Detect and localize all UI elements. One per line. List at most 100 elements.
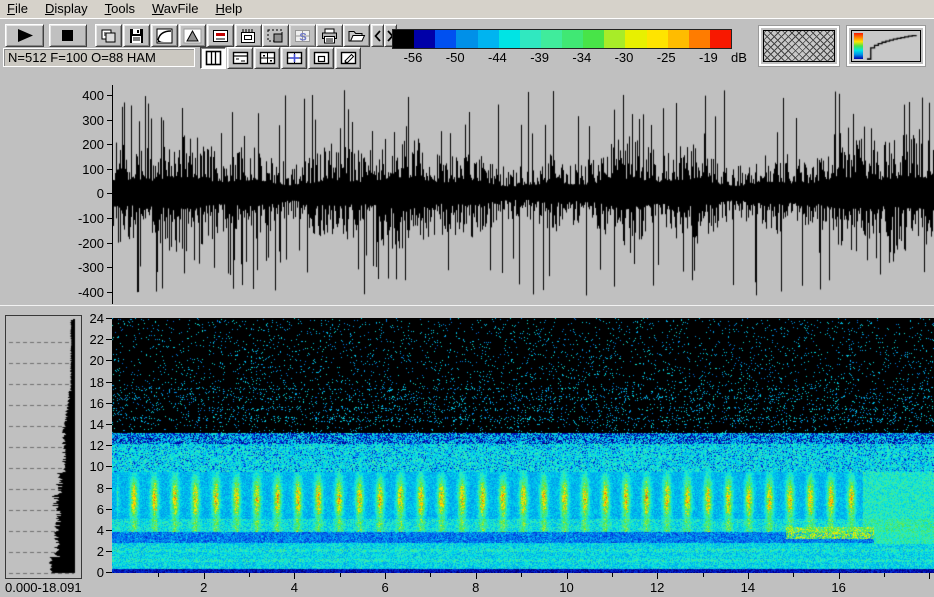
spectrogram-xtick [158, 573, 160, 577]
copy-display-button[interactable] [95, 24, 122, 47]
spectrogram-ytick-label: 22 [89, 332, 104, 348]
waveform-ytick-label: 200 [82, 137, 104, 153]
db-scale-label: -39 [530, 50, 549, 65]
spectrogram-xtick [702, 573, 704, 577]
grid-scale-button[interactable]: S [289, 24, 316, 47]
spectrogram-xtick [249, 573, 251, 577]
color-scale-segment [562, 30, 584, 48]
save-button[interactable] [123, 24, 150, 47]
spectrogram-xtick [339, 573, 341, 577]
spectrogram-xtick-label: 10 [559, 580, 574, 595]
spectrogram-xtick-label: 14 [740, 580, 756, 595]
menu-bar: File Display Tools WavFile Help [0, 0, 934, 19]
view-rows-button[interactable] [227, 47, 253, 69]
spectrogram-ytick-label: 8 [96, 480, 104, 496]
menu-item-tools[interactable]: Tools [98, 0, 145, 17]
db-scale-label: -25 [656, 50, 676, 65]
waveform-plot[interactable] [113, 85, 934, 305]
dashed-selection-icon [266, 28, 285, 44]
spectrogram-xtick [430, 573, 432, 577]
hatch-pattern-box[interactable] [758, 25, 840, 67]
db-unit-label: dB [731, 50, 747, 65]
spectrogram-xtick [294, 573, 296, 579]
db-scale-label: -56 [403, 50, 423, 65]
color-scale-segment [667, 30, 689, 48]
view-quad-icon [258, 50, 277, 66]
spectrogram-window-button[interactable] [207, 24, 234, 47]
spectrogram-ytick-label: 4 [96, 523, 104, 538]
spectrogram-xtick [611, 573, 613, 577]
spectrogram-ytick-label: 6 [96, 501, 104, 517]
view-inner-window-button[interactable] [308, 47, 334, 69]
waveform-ytick-label: 0 [96, 186, 104, 202]
open-folder-icon [347, 28, 366, 44]
spectrogram-xtick [747, 573, 749, 579]
open-file-button[interactable] [343, 24, 370, 47]
palette-curve-box[interactable] [846, 25, 926, 67]
spectrogram-xtick [793, 573, 795, 577]
menu-item-file[interactable]: File [0, 0, 38, 17]
spectrogram-xtick-label: 4 [290, 580, 298, 595]
stop-icon [56, 28, 80, 43]
window-ticks-icon [239, 28, 258, 44]
waveform-ytick-label: 300 [82, 112, 104, 128]
db-color-scale [392, 29, 732, 49]
spectrogram-ytick-label: 24 [89, 311, 104, 326]
scroll-left-button[interactable] [371, 24, 384, 47]
spectrogram-ytick-label: 2 [96, 544, 104, 560]
scale-curve-button[interactable] [151, 24, 178, 47]
stop-button[interactable] [49, 24, 87, 47]
color-scale-segment [477, 30, 499, 48]
spectrogram-xtick [521, 573, 523, 577]
color-scale-segment [435, 30, 457, 48]
color-scale-segment [625, 30, 647, 48]
menu-item-help[interactable]: Help [208, 0, 252, 17]
spectrogram-ytick-label: 0 [96, 565, 104, 581]
gray-triangle-icon [183, 28, 202, 44]
spectrogram-ytick-label: 14 [89, 417, 104, 432]
capture-region-button[interactable] [262, 24, 289, 47]
waveform-ytick-label: 400 [82, 88, 104, 103]
peak-display-button[interactable] [179, 24, 206, 47]
window-markers-button[interactable] [235, 24, 262, 47]
play-icon [13, 28, 37, 43]
contrast-curve [866, 32, 918, 60]
spectrogram-xtick [838, 573, 840, 579]
analysis-settings-readout: N=512 F=100 O=88 HAM [3, 48, 195, 67]
menu-item-display[interactable]: Display [38, 0, 98, 17]
play-button[interactable] [5, 24, 44, 47]
floppy-disk-icon [128, 28, 145, 44]
spectrogram-app-window: File Display Tools WavFile Help S N=512 F=10… [0, 0, 934, 597]
spectrogram-ytick-label: 18 [89, 374, 104, 390]
spectrogram-xtick-label: 8 [472, 580, 480, 595]
annotate-button[interactable] [335, 47, 361, 69]
view-columns-button[interactable] [200, 47, 226, 69]
color-scale-segment [393, 30, 415, 48]
curve-box-icon [156, 28, 173, 44]
spectrogram-plot[interactable] [112, 318, 934, 573]
view-quad-pointer-button[interactable] [281, 47, 307, 69]
view-columns-icon [204, 50, 223, 66]
color-scale-segment [414, 30, 436, 48]
color-scale-segment [456, 30, 478, 48]
spectrogram-xtick [203, 573, 205, 579]
panel-separator [0, 305, 934, 306]
print-button[interactable] [316, 24, 343, 47]
spectrogram-xtick [883, 573, 885, 577]
edit-pencil-icon [339, 50, 358, 66]
chevron-left-icon [373, 29, 382, 43]
menu-item-wavfile[interactable]: WavFile [145, 0, 208, 17]
window-red-bar-icon [211, 28, 230, 44]
color-scale-segment [688, 30, 710, 48]
view-quad-button[interactable] [254, 47, 280, 69]
svg-text:S: S [299, 31, 306, 43]
waveform-ytick-label: 100 [82, 161, 104, 177]
palette-curve-icon [851, 30, 921, 62]
hatch-pattern-icon [763, 30, 835, 62]
time-range-label: 0.000-18.091 [5, 580, 82, 595]
color-scale-segment [709, 30, 731, 48]
color-scale-segment [646, 30, 668, 48]
analysis-settings-text: N=512 F=100 O=88 HAM [8, 50, 156, 65]
averaged-spectrum-plot [6, 316, 79, 576]
spectrogram-ytick-label: 16 [89, 395, 104, 411]
